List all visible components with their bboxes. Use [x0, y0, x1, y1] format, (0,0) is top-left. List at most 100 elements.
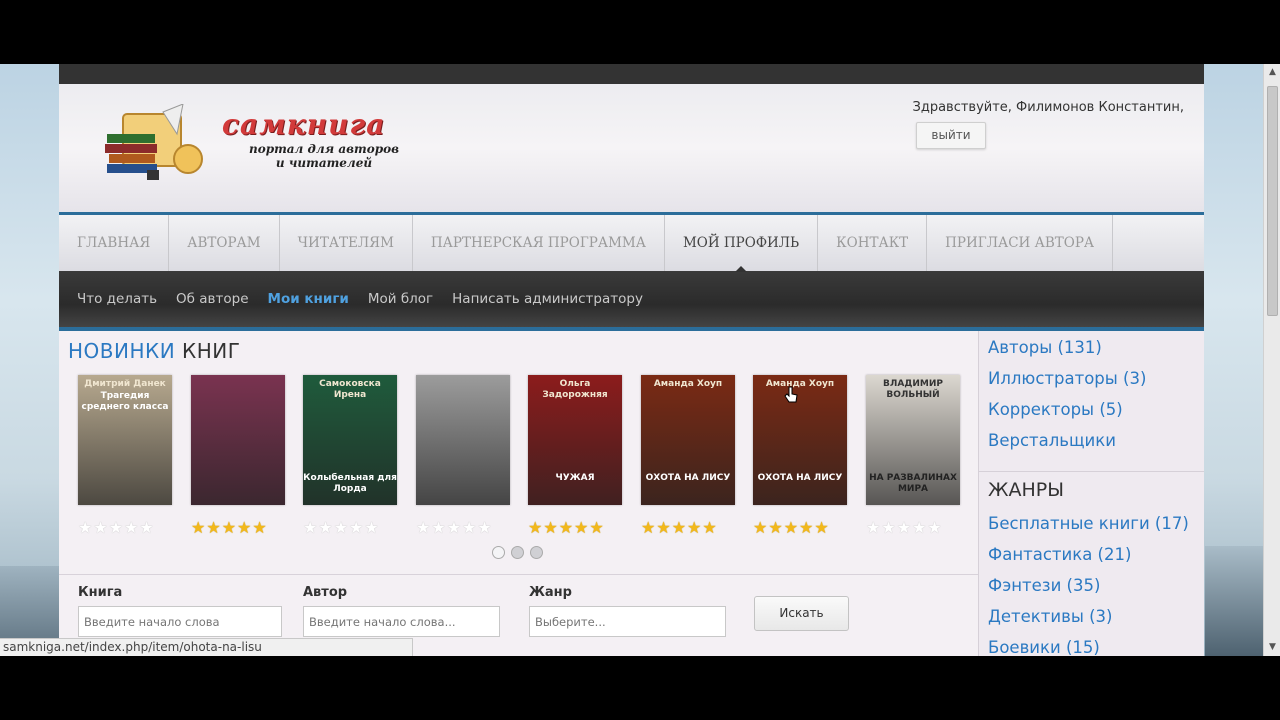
subnav-about-author[interactable]: Об авторе	[176, 291, 248, 307]
browser-scrollbar[interactable]: ▲ ▼	[1263, 64, 1280, 656]
book-cover[interactable]: Ольга Задорожняя ЧУЖАЯ	[528, 375, 622, 505]
book-cover-title: Колыбельная для Лорда	[303, 473, 397, 494]
star-icon[interactable]: ★	[656, 518, 671, 537]
scroll-down-arrow-icon[interactable]: ▼	[1264, 639, 1280, 656]
subnav-write-admin[interactable]: Написать администратору	[452, 291, 643, 307]
book-rating-stars[interactable]: ★★★★★	[641, 520, 718, 536]
star-icon[interactable]: ★	[318, 518, 333, 537]
star-icon[interactable]: ★	[447, 518, 462, 537]
star-icon[interactable]: ★	[784, 518, 799, 537]
star-icon[interactable]: ★	[687, 518, 702, 537]
book-rating-stars[interactable]: ★★★★★	[78, 520, 155, 536]
book-cover-author: Аманда Хоуп	[765, 379, 835, 389]
star-icon[interactable]: ★	[191, 518, 206, 537]
star-icon[interactable]: ★	[431, 518, 446, 537]
genre-link-sci-fi[interactable]: Фантастика (21)	[988, 545, 1131, 564]
nav-item-home[interactable]: Главная	[59, 215, 170, 271]
star-icon[interactable]: ★	[897, 518, 912, 537]
genre-search-label: Жанр	[529, 585, 572, 600]
book-search-input[interactable]	[78, 606, 282, 637]
star-icon[interactable]: ★	[416, 518, 431, 537]
search-divider	[59, 574, 978, 575]
star-icon[interactable]: ★	[109, 518, 124, 537]
star-icon[interactable]: ★	[768, 518, 783, 537]
genre-link-fantasy[interactable]: Фэнтези (35)	[988, 576, 1100, 595]
nav-item-partner-program[interactable]: Партнерская программа	[413, 215, 665, 271]
book-rating-stars[interactable]: ★★★★★	[528, 520, 605, 536]
genre-select[interactable]	[529, 606, 726, 637]
star-icon[interactable]: ★	[589, 518, 604, 537]
star-icon[interactable]: ★	[462, 518, 477, 537]
logout-button[interactable]: выйти	[916, 122, 986, 149]
book-cover[interactable]	[191, 375, 285, 505]
book-cover[interactable]: ВЛАДИМИР ВОЛЬНЫЙ НА РАЗВАЛИНАХ МИРА	[866, 375, 960, 505]
book-rating-stars[interactable]: ★★★★★	[416, 520, 493, 536]
carousel-dot[interactable]	[492, 546, 505, 559]
subnav-what-to-do[interactable]: Что делать	[77, 291, 157, 307]
book-rating-stars[interactable]: ★★★★★	[191, 520, 268, 536]
mouse-cursor-icon	[784, 386, 798, 403]
subnav-my-blog[interactable]: Мой блог	[368, 291, 433, 307]
nav-item-readers[interactable]: Читателям	[280, 215, 413, 271]
star-icon[interactable]: ★	[252, 518, 267, 537]
sidebar-link-layout-designers[interactable]: Верстальщики	[988, 431, 1116, 450]
genre-link-free-books[interactable]: Бесплатные книги (17)	[988, 514, 1189, 533]
star-icon[interactable]: ★	[912, 518, 927, 537]
subnav-my-books[interactable]: Мои книги	[268, 291, 349, 307]
book-cover[interactable]: Самоковска Ирена Колыбельная для Лорда	[303, 375, 397, 505]
star-icon[interactable]: ★	[753, 518, 768, 537]
star-icon[interactable]: ★	[702, 518, 717, 537]
star-icon[interactable]: ★	[927, 518, 942, 537]
star-icon[interactable]: ★	[237, 518, 252, 537]
star-icon[interactable]: ★	[334, 518, 349, 537]
star-icon[interactable]: ★	[364, 518, 379, 537]
main-navigation: Главная Авторам Читателям Партнерская пр…	[59, 212, 1204, 272]
nav-item-contact[interactable]: Контакт	[818, 215, 928, 271]
logo-title[interactable]: самкнига	[222, 108, 385, 141]
book-cover[interactable]: Аманда Хоуп ОХОТА НА ЛИСУ	[753, 375, 847, 505]
star-icon[interactable]: ★	[672, 518, 687, 537]
star-icon[interactable]: ★	[349, 518, 364, 537]
nav-item-my-profile[interactable]: Мой профиль	[665, 215, 819, 272]
author-search-input[interactable]	[303, 606, 500, 637]
books-logo-icon[interactable]	[103, 104, 213, 184]
book-cover[interactable]: Дмитрий Данек Трагедия среднего класса	[78, 375, 172, 505]
book-rating-stars[interactable]: ★★★★★	[753, 520, 830, 536]
sidebar-link-proofreaders[interactable]: Корректоры (5)	[988, 400, 1123, 419]
star-icon[interactable]: ★	[93, 518, 108, 537]
book-cover[interactable]: Аманда Хоуп ОХОТА НА ЛИСУ	[641, 375, 735, 505]
star-icon[interactable]: ★	[799, 518, 814, 537]
nav-item-authors[interactable]: Авторам	[169, 215, 280, 271]
status-bar-url: samkniga.net/index.php/item/ohota-na-lis…	[0, 638, 413, 656]
star-icon[interactable]: ★	[866, 518, 881, 537]
star-icon[interactable]: ★	[559, 518, 574, 537]
scroll-up-arrow-icon[interactable]: ▲	[1264, 64, 1280, 81]
carousel-dot[interactable]	[511, 546, 524, 559]
star-icon[interactable]: ★	[222, 518, 237, 537]
sidebar-link-authors[interactable]: Авторы (131)	[988, 338, 1102, 357]
star-icon[interactable]: ★	[528, 518, 543, 537]
genre-link-detectives[interactable]: Детективы (3)	[988, 607, 1112, 626]
nav-item-invite-author[interactable]: Пригласи автора	[927, 215, 1114, 271]
star-icon[interactable]: ★	[881, 518, 896, 537]
star-icon[interactable]: ★	[206, 518, 221, 537]
star-icon[interactable]: ★	[78, 518, 93, 537]
star-icon[interactable]: ★	[303, 518, 318, 537]
star-icon[interactable]: ★	[477, 518, 492, 537]
book-rating-stars[interactable]: ★★★★★	[303, 520, 380, 536]
book-cover[interactable]	[416, 375, 510, 505]
book-rating-stars[interactable]: ★★★★★	[866, 520, 943, 536]
star-icon[interactable]: ★	[574, 518, 589, 537]
genre-link-action[interactable]: Боевики (15)	[988, 638, 1100, 656]
star-icon[interactable]: ★	[124, 518, 139, 537]
book-cover-author: Самоковска Ирена	[319, 379, 381, 400]
search-button[interactable]: Искать	[754, 596, 849, 631]
genres-heading: ЖАНРЫ	[988, 479, 1064, 501]
star-icon[interactable]: ★	[543, 518, 558, 537]
star-icon[interactable]: ★	[641, 518, 656, 537]
sidebar-link-illustrators[interactable]: Иллюстраторы (3)	[988, 369, 1146, 388]
scrollbar-thumb[interactable]	[1267, 86, 1278, 316]
star-icon[interactable]: ★	[139, 518, 154, 537]
star-icon[interactable]: ★	[814, 518, 829, 537]
carousel-dot[interactable]	[530, 546, 543, 559]
